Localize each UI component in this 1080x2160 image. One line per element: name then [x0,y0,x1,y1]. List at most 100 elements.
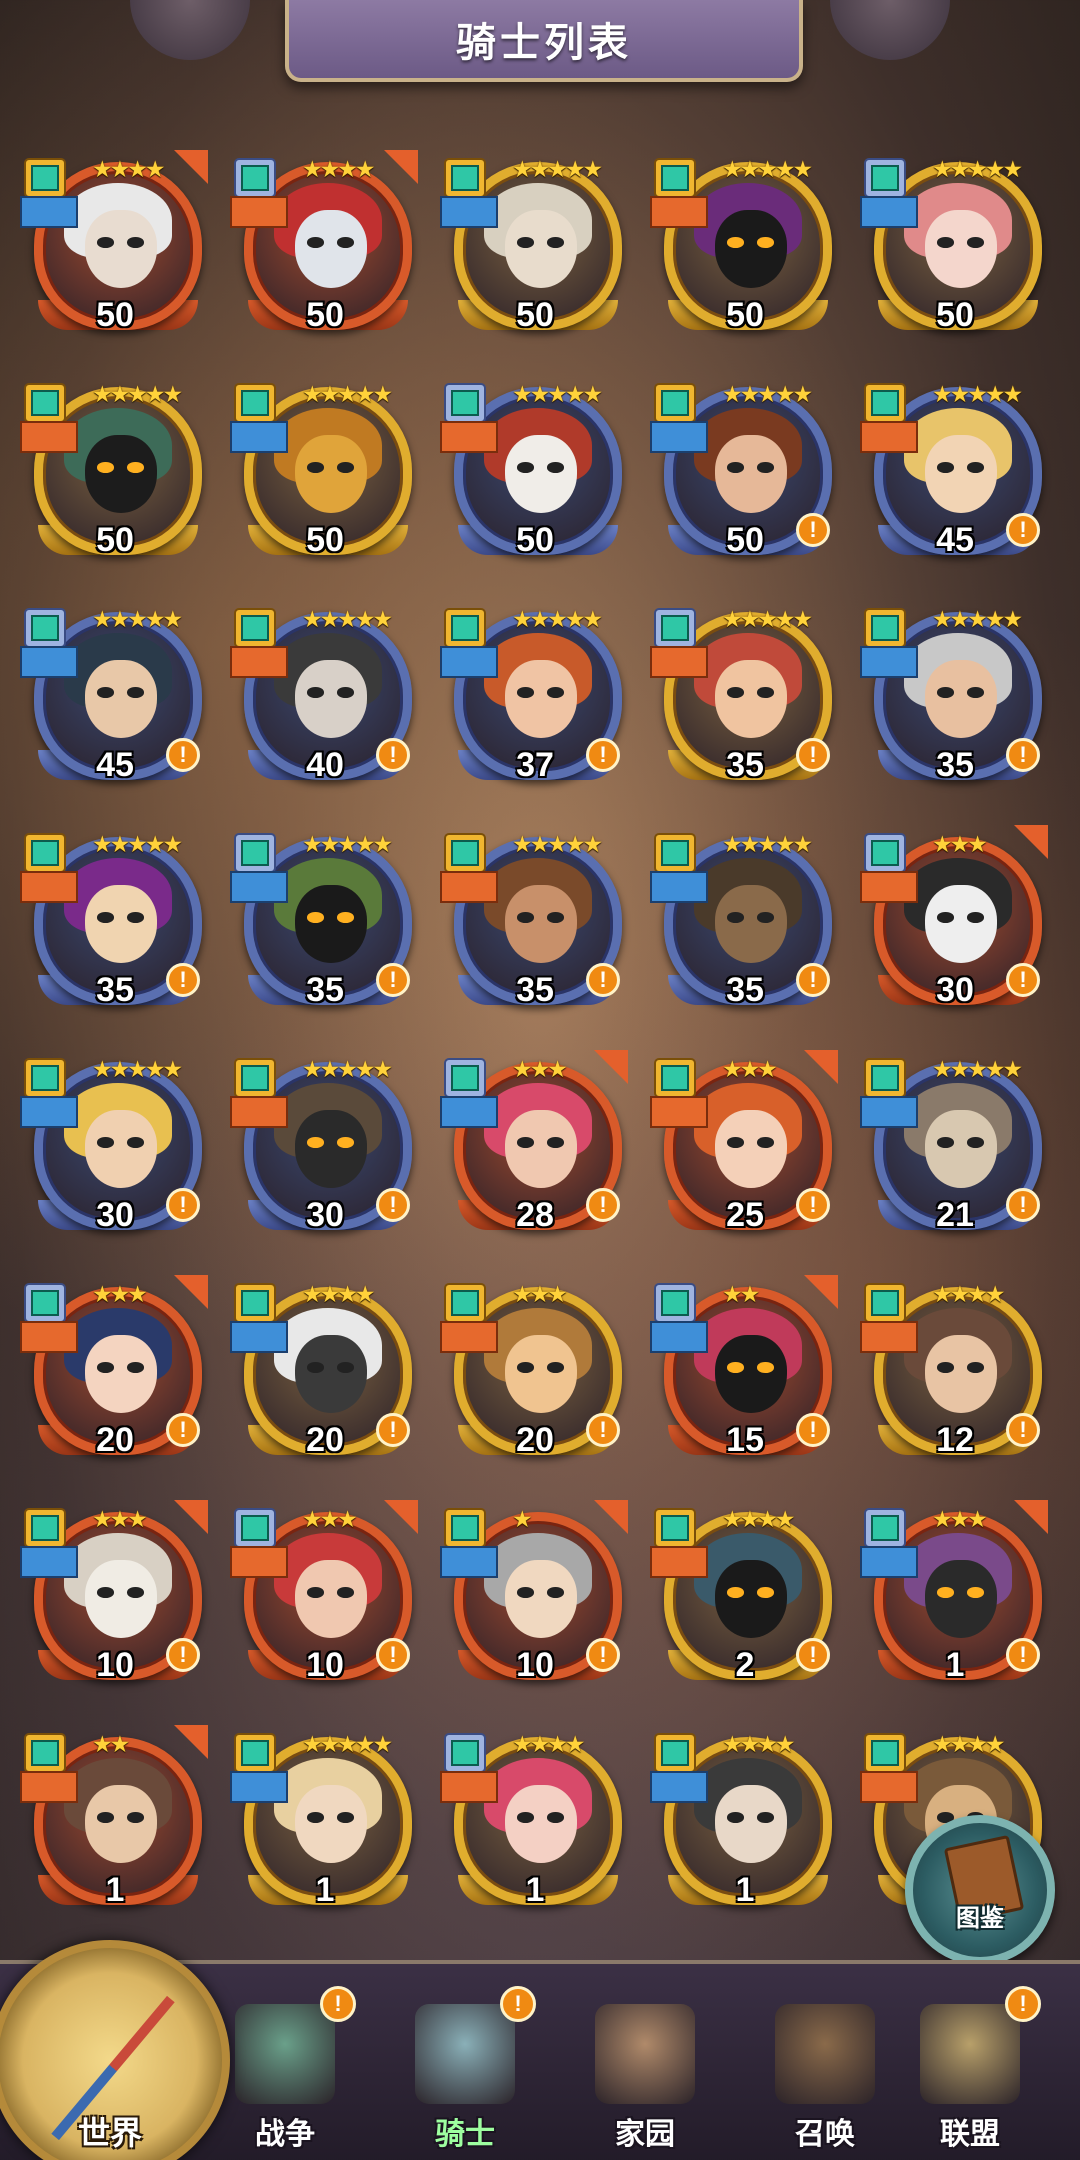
knight-card[interactable]: ★★★ 20! [20,1275,210,1475]
knight-card[interactable]: ★★★ 10! [230,1500,420,1700]
codex-button[interactable]: 图鉴 [905,1815,1055,1965]
knight-card[interactable]: ★★★★★ 50 [860,150,1050,350]
nav-item[interactable]: 召唤 [750,1994,900,2160]
knight-card[interactable]: ★★★★★ 40! [230,600,420,800]
knight-eye [937,912,954,923]
rank-flag-icon [1014,825,1048,859]
nav-item-label: 战争 [255,2118,315,2151]
knight-card[interactable]: ★★★★ 2! [650,1500,840,1700]
knight-card[interactable]: ★★★★★ 50 [440,150,630,350]
rank-flag-icon [594,1050,628,1084]
knight-card[interactable]: ★★★ 28! [440,1050,630,1250]
knight-face [295,1785,367,1863]
knight-face [925,435,997,513]
alert-icon: ! [796,1638,830,1672]
knight-face [505,210,577,288]
knight-card[interactable]: ★★★★★ 35! [440,825,630,1025]
formation-icon [241,840,269,866]
knight-card[interactable]: ★★★ 1! [860,1500,1050,1700]
star-rating: ★★★★★ [512,831,603,857]
nav-item[interactable]: 家园 [570,1994,720,2160]
knight-card[interactable]: ★★★★ 50 [230,150,420,350]
knight-card[interactable]: ★★★★ 1 [440,1725,630,1925]
knight-card[interactable]: ★★★★★ 35! [230,825,420,1025]
knight-face [925,1110,997,1188]
knight-card[interactable]: ★★★★★ 35! [650,600,840,800]
knight-eye [937,1362,954,1373]
knight-eye [727,1362,744,1373]
knight-card[interactable]: ★★★★ 12! [860,1275,1050,1475]
knight-card[interactable]: ★★★★★ 50! [650,375,840,575]
knight-card[interactable]: ★★★★ 1 [650,1725,840,1925]
element-badge-icon [24,833,66,873]
alert-icon: ! [320,1986,356,2022]
element-badge-icon [444,1733,486,1773]
knight-face [715,1335,787,1413]
knight-card[interactable]: ★★★★★ 35! [650,825,840,1025]
knight-card[interactable]: ★★★★★ 30! [230,1050,420,1250]
knight-card[interactable]: ★★★★★ 1 [230,1725,420,1925]
alert-icon: ! [166,963,200,997]
class-badge-icon [20,1096,78,1128]
element-badge-icon [654,1283,696,1323]
knight-level: 50 [96,521,134,559]
knight-card[interactable]: ★★★★★ 35! [860,600,1050,800]
knight-card[interactable]: ★★★★★ 21! [860,1050,1050,1250]
knight-eye [127,912,144,923]
knight-face [85,1560,157,1638]
knight-level: 1 [525,1871,545,1909]
knight-card[interactable]: ★★★★ 20! [230,1275,420,1475]
knight-card[interactable]: ★★★★★ 50 [650,150,840,350]
knight-eye [547,1812,564,1823]
knight-face [925,660,997,738]
knight-card[interactable]: ★★★★★ 37! [440,600,630,800]
class-badge-icon [860,646,918,678]
knight-card[interactable]: ★★★ 20! [440,1275,630,1475]
knight-eye [337,687,354,698]
formation-icon [241,615,269,641]
star-rating: ★★★★★ [302,1731,393,1757]
knight-card[interactable]: ★★ 1 [20,1725,210,1925]
knight-level: 1 [735,1871,755,1909]
alert-icon: ! [796,1413,830,1447]
knight-card[interactable]: ★★★ 10! [20,1500,210,1700]
nav-item[interactable]: 战争! [210,1986,360,2160]
element-badge-icon [234,1733,276,1773]
knight-card[interactable]: ★★★★★ 45! [20,600,210,800]
class-badge-icon [230,196,288,228]
knight-card[interactable]: ★★★ 30! [860,825,1050,1025]
nav-item[interactable]: 骑士! [390,1986,540,2160]
nav-item[interactable]: 联盟! [895,1986,1045,2160]
knight-card[interactable]: ★★★ 25! [650,1050,840,1250]
knight-eye [337,1362,354,1373]
knight-card[interactable]: ★★ 15! [650,1275,840,1475]
element-badge-icon [234,608,276,648]
knight-face [505,885,577,963]
formation-icon [661,1515,689,1541]
star-rating: ★★★★★ [512,381,603,407]
knight-card[interactable]: ★★★★ 50 [20,150,210,350]
formation-icon [241,1290,269,1316]
knight-eye [757,1812,774,1823]
knight-card[interactable]: ★★★★★ 35! [20,825,210,1025]
formation-icon [451,1065,479,1091]
knight-eye [307,912,324,923]
knight-card[interactable]: ★★★★★ 45! [860,375,1050,575]
class-badge-icon [230,1096,288,1128]
knight-eye [937,1137,954,1148]
knight-card[interactable]: ★ 10! [440,1500,630,1700]
class-badge-icon [230,871,288,903]
alert-icon: ! [1006,1638,1040,1672]
alert-icon: ! [166,1638,200,1672]
knight-face [295,1335,367,1413]
knight-card[interactable]: ★★★★★ 30! [20,1050,210,1250]
knight-card[interactable]: ★★★★★ 50 [20,375,210,575]
star-rating: ★★★ [92,1281,148,1307]
knight-eye [727,237,744,248]
knight-eye [337,1587,354,1598]
knight-level: 1 [315,1871,335,1909]
element-badge-icon [234,1283,276,1323]
knight-card[interactable]: ★★★★★ 50 [230,375,420,575]
formation-icon [241,165,269,191]
knight-card[interactable]: ★★★★★ 50 [440,375,630,575]
